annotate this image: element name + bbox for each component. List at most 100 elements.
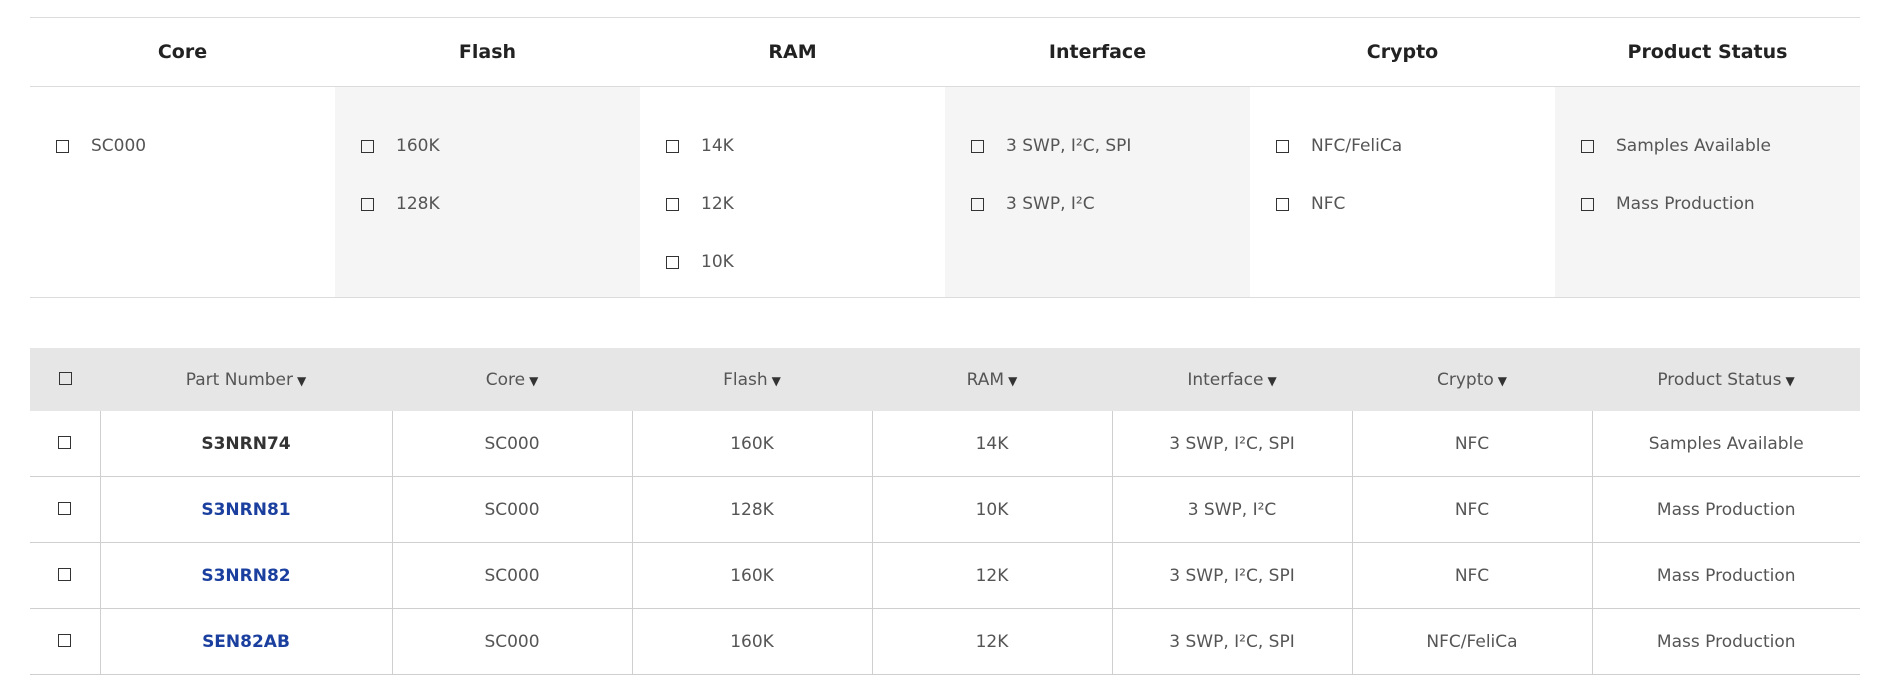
column-header-interface[interactable]: Interface ▼ xyxy=(1112,348,1352,411)
filter-column-ram: 14K 12K 10K xyxy=(640,87,945,297)
filter-header-core: Core xyxy=(157,41,208,63)
filter-option-label: NFC xyxy=(1311,194,1346,214)
cell-ram: 12K xyxy=(871,542,1112,609)
filter-checkbox[interactable] xyxy=(666,197,679,211)
filter-option[interactable]: 14K xyxy=(666,117,945,175)
table-header-row: Part Number ▼ Core ▼ Flash ▼ RAM ▼ Interface… xyxy=(30,348,1860,411)
filter-option-label: Mass Production xyxy=(1616,194,1755,214)
sort-caret-icon: ▼ xyxy=(1785,373,1795,388)
sort-caret-icon: ▼ xyxy=(529,373,539,388)
row-select-cell xyxy=(30,542,100,609)
cell-flash: 128K xyxy=(631,476,872,543)
filter-checkbox[interactable] xyxy=(666,139,679,153)
filter-checkbox[interactable] xyxy=(1581,139,1594,153)
cell-crypto: NFC xyxy=(1351,476,1592,543)
filter-header-crypto: Crypto xyxy=(1366,41,1439,63)
cell-crypto: NFC xyxy=(1351,542,1592,609)
cell-product-status: Mass Production xyxy=(1591,476,1860,543)
column-header-label: Part Number xyxy=(185,369,294,390)
column-header-label: Flash xyxy=(723,369,768,390)
filter-checkbox[interactable] xyxy=(1276,139,1289,153)
cell-flash: 160K xyxy=(631,411,872,477)
table-row: S3NRN74 SC000 160K 14K 3 SWP, I²C, SPI N… xyxy=(30,411,1860,477)
column-header-core[interactable]: Core ▼ xyxy=(392,348,632,411)
filter-option[interactable]: 128K xyxy=(361,175,640,233)
filter-option-label: 10K xyxy=(701,252,734,272)
filter-option-label: 12K xyxy=(701,194,734,214)
column-header-label: Core xyxy=(485,369,526,390)
filter-option[interactable]: 10K xyxy=(666,233,945,291)
filter-checkbox[interactable] xyxy=(971,197,984,211)
filter-options: SC000 160K 128K 14K 12K 10K 3 SWP, I²C, … xyxy=(30,87,1860,297)
sort-caret-icon: ▼ xyxy=(1267,373,1277,388)
sort-caret-icon: ▼ xyxy=(1497,373,1507,388)
column-header-label: Interface xyxy=(1187,369,1264,390)
filter-header-interface: Interface xyxy=(1048,41,1147,63)
cell-crypto: NFC xyxy=(1351,411,1592,477)
column-header-flash[interactable]: Flash ▼ xyxy=(632,348,872,411)
filter-option[interactable]: Mass Production xyxy=(1581,175,1860,233)
row-checkbox[interactable] xyxy=(58,567,72,581)
row-select-cell xyxy=(30,608,100,675)
cell-core: SC000 xyxy=(391,476,632,543)
filter-option[interactable]: 3 SWP, I²C xyxy=(971,175,1250,233)
filter-option-label: SC000 xyxy=(91,136,147,156)
filter-checkbox[interactable] xyxy=(1581,197,1594,211)
part-number-link[interactable]: S3NRN81 xyxy=(99,476,392,543)
select-all-checkbox[interactable] xyxy=(58,371,72,385)
column-header-part-number[interactable]: Part Number ▼ xyxy=(100,348,392,411)
table-row: S3NRN82 SC000 160K 12K 3 SWP, I²C, SPI N… xyxy=(30,542,1860,609)
column-header-label: Product Status xyxy=(1657,369,1782,390)
filter-option[interactable]: 3 SWP, I²C, SPI xyxy=(971,117,1250,175)
column-header-ram[interactable]: RAM ▼ xyxy=(872,348,1112,411)
filter-checkbox[interactable] xyxy=(971,139,984,153)
part-number-link[interactable]: S3NRN82 xyxy=(99,542,392,609)
filter-column-interface: 3 SWP, I²C, SPI 3 SWP, I²C xyxy=(945,87,1250,297)
cell-ram: 10K xyxy=(871,476,1112,543)
filter-option[interactable]: NFC/FeliCa xyxy=(1276,117,1555,175)
cell-flash: 160K xyxy=(631,542,872,609)
sort-caret-icon: ▼ xyxy=(297,373,307,388)
filter-option[interactable]: 160K xyxy=(361,117,640,175)
cell-flash: 160K xyxy=(631,608,872,675)
row-checkbox[interactable] xyxy=(58,435,72,449)
filter-option-label: NFC/FeliCa xyxy=(1311,136,1403,156)
filter-column-flash: 160K 128K xyxy=(335,87,640,297)
filter-option-label: 14K xyxy=(701,136,734,156)
filter-header-flash: Flash xyxy=(458,41,517,63)
cell-interface: 3 SWP, I²C xyxy=(1111,476,1352,543)
filter-panel: Core Flash RAM Interface Crypto Product … xyxy=(30,17,1860,298)
filter-header-product-status: Product Status xyxy=(1627,41,1788,63)
row-checkbox[interactable] xyxy=(58,633,72,647)
filter-checkbox[interactable] xyxy=(1276,197,1289,211)
select-all-cell xyxy=(30,348,100,411)
filter-checkbox[interactable] xyxy=(361,197,374,211)
cell-interface: 3 SWP, I²C, SPI xyxy=(1111,411,1352,477)
filter-checkbox[interactable] xyxy=(361,139,374,153)
column-header-crypto[interactable]: Crypto ▼ xyxy=(1352,348,1592,411)
column-header-label: Crypto xyxy=(1436,369,1494,390)
row-select-cell xyxy=(30,411,100,477)
cell-crypto: NFC/FeliCa xyxy=(1351,608,1592,675)
cell-core: SC000 xyxy=(391,411,632,477)
filter-option-label: 128K xyxy=(396,194,440,214)
column-header-product-status[interactable]: Product Status ▼ xyxy=(1592,348,1860,411)
filter-header-ram: RAM xyxy=(768,41,817,63)
cell-core: SC000 xyxy=(391,542,632,609)
filter-option[interactable]: SC000 xyxy=(56,117,335,175)
filter-checkbox[interactable] xyxy=(56,139,69,153)
cell-product-status: Mass Production xyxy=(1591,608,1860,675)
filter-option[interactable]: Samples Available xyxy=(1581,117,1860,175)
table-row: S3NRN81 SC000 128K 10K 3 SWP, I²C NFC Ma… xyxy=(30,476,1860,543)
row-checkbox[interactable] xyxy=(58,501,72,515)
cell-ram: 12K xyxy=(871,608,1112,675)
cell-core: SC000 xyxy=(391,608,632,675)
filter-option[interactable]: NFC xyxy=(1276,175,1555,233)
row-select-cell xyxy=(30,476,100,543)
sort-caret-icon: ▼ xyxy=(1008,373,1018,388)
filter-option[interactable]: 12K xyxy=(666,175,945,233)
cell-product-status: Mass Production xyxy=(1591,542,1860,609)
part-number: S3NRN74 xyxy=(99,411,392,477)
filter-checkbox[interactable] xyxy=(666,255,679,269)
part-number-link[interactable]: SEN82AB xyxy=(99,608,392,675)
